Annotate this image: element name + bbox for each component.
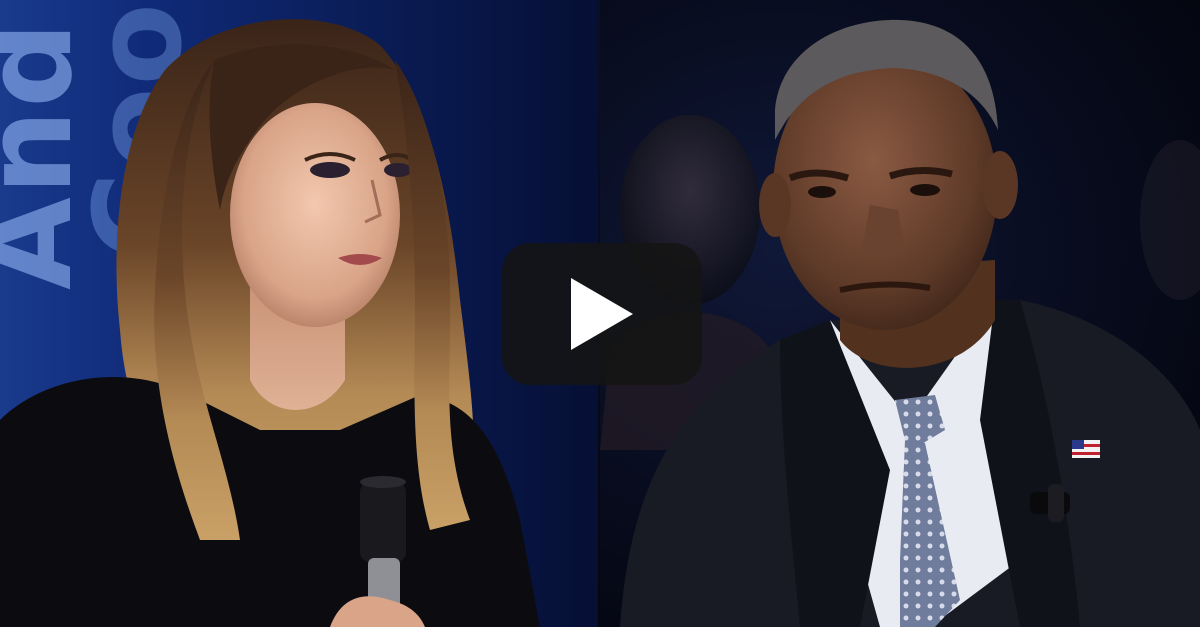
flag-pin-icon <box>1072 440 1100 458</box>
play-button[interactable] <box>502 243 702 385</box>
play-icon <box>571 278 633 350</box>
video-thumbnail[interactable]: And Coo <box>0 0 1200 627</box>
